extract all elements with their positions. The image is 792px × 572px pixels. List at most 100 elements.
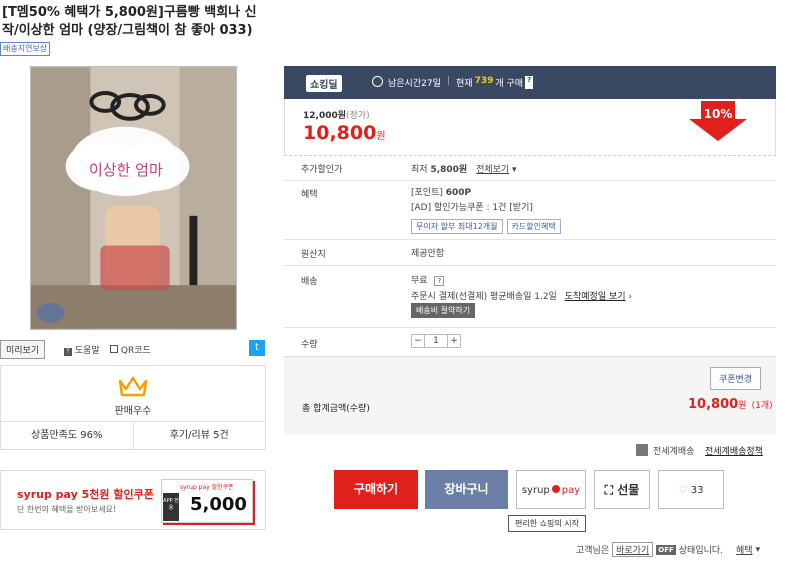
global-delivery-checkbox[interactable] <box>636 444 648 456</box>
satisfaction-rate: 상품만족도 96% <box>1 422 134 450</box>
extra-discount-row: 추가할인가 최저 5,800원 전체보기 ▾ <box>284 155 776 180</box>
shortcut-toggle[interactable]: OFF <box>656 544 676 555</box>
original-price-value: 12,000원 <box>303 111 347 121</box>
quantity-row: 수량 − 1 + <box>284 327 776 356</box>
header-separator: | <box>447 76 451 86</box>
clock-icon <box>372 76 383 87</box>
qr-link[interactable]: QR코드 <box>110 343 151 356</box>
origin-label: 원산지 <box>301 250 326 260</box>
total-box: 쿠폰변경 총 합계금액(수량) 10,800원 (1개) <box>284 356 776 434</box>
global-delivery-label: 전세계배송 <box>653 447 695 457</box>
help-icon: ? <box>64 348 72 356</box>
shipping-detail: 주문시 결제(선결제) 평균배송일 1.2일 도착예정일 보기 › <box>411 289 632 302</box>
chevron-down-icon: ▾ <box>755 544 761 555</box>
preview-button-label[interactable]: 미리보기 <box>0 340 46 359</box>
ad-coupon-card: syrup pay 할인쿠폰 APP 전용 5,000 <box>161 479 253 523</box>
coupon-info[interactable]: [AD] 할인가능쿠폰 : 1건 [받기] <box>411 200 533 213</box>
like-count: 33 <box>690 485 704 496</box>
ad-headline: syrup pay 5천원 할인쿠폰 <box>17 488 154 501</box>
ad-card-app: APP 전용 <box>163 493 179 521</box>
sale-price-won: 원 <box>376 131 386 142</box>
chevron-down-icon: ▾ <box>509 165 517 175</box>
remaining-time: 남은시간27일 <box>388 79 441 89</box>
shocking-deal-logo: 쇼킹딜 <box>306 75 342 92</box>
syrup-label: syrup <box>521 485 550 496</box>
origin-value: 제공안함 <box>411 249 445 259</box>
discount-rate: 10% <box>703 107 733 121</box>
chevron-right-icon: › <box>625 292 633 302</box>
sale-price: 10,800원 <box>303 122 386 144</box>
coupon-change-button[interactable]: 쿠폰변경 <box>710 367 762 390</box>
extra-discount-label: 추가할인가 <box>301 165 343 175</box>
total-qty: (1개) <box>751 401 773 411</box>
installment-button[interactable]: 무이자 할부 최대12개월 <box>411 219 503 234</box>
syrup-dot-icon <box>551 485 560 493</box>
point-info: [포인트] 600P <box>411 185 471 198</box>
shipping-detail-text: 주문시 결제(선결제) 평균배송일 1.2일 <box>411 292 557 302</box>
arrival-date-link[interactable]: 도착예정일 보기 <box>565 292 626 302</box>
quantity-input[interactable]: 1 <box>425 335 447 347</box>
ad-subtext: 단 한번의 혜택을 받아보세요! <box>17 505 117 514</box>
quantity-label: 수량 <box>301 340 318 350</box>
purchase-help-icon[interactable]: ? <box>525 76 534 89</box>
origin-row: 원산지 제공안함 <box>284 239 776 265</box>
total-price: 10,800원 (1개) <box>688 397 773 412</box>
price-box: 12,000원(정가) 10,800원 10% <box>284 99 776 155</box>
global-delivery-link[interactable]: 전세계배송정책 <box>705 444 763 457</box>
twitter-icon[interactable]: t <box>249 340 265 356</box>
cart-button[interactable]: 장바구니 <box>425 470 508 509</box>
seller-stats: 상품만족도 96% 후기/리뷰 5건 <box>1 421 265 450</box>
total-amount: 10,800 <box>688 397 739 412</box>
purchase-number: 739 <box>474 76 494 86</box>
product-title: [T멤50% 혜택가 5,800원]구름빵 백희나 신작/이상한 엄마 (양장/… <box>2 5 257 38</box>
sale-price-value: 10,800 <box>303 122 377 144</box>
qr-label: QR코드 <box>120 346 151 356</box>
original-price-tag: (정가) <box>346 111 370 121</box>
crown-icon <box>118 376 148 397</box>
buy-button[interactable]: 구매하기 <box>334 470 418 509</box>
quantity-stepper: − 1 + <box>411 334 461 348</box>
quantity-minus-button[interactable]: − <box>412 335 425 347</box>
gift-icon: ⛶ <box>604 483 614 497</box>
syrup-pay-label: pay <box>561 485 581 496</box>
delivery-delay-badge: 배송지연보상 <box>0 42 51 56</box>
like-button[interactable]: ♡ 33 <box>658 470 724 509</box>
shortcut-mode-link[interactable]: 바로가기 <box>612 542 654 557</box>
syrup-pay-button[interactable]: syrup pay <box>516 470 586 509</box>
preview-button[interactable]: 미리보기 <box>0 340 46 359</box>
card-discount-button[interactable]: 카드할인혜택 <box>506 219 561 234</box>
ad-card-amount: 5,000 <box>190 494 247 515</box>
deal-header: 쇼킹딜 남은시간27일 | 현재 739 개 구매 ? <box>284 66 776 99</box>
shipping-free-label: 무료 <box>411 276 428 286</box>
purchase-count: 현재 739 개 구매 ? <box>456 76 534 89</box>
product-image[interactable]: 이상한 엄마 <box>30 66 237 330</box>
save-shipping-button[interactable]: 배송비 절약하기 <box>411 303 476 318</box>
shortcut-status: 고객님은 바로가기 OFF 상태입니다. 혜택 ▾ <box>576 542 760 557</box>
syrup-pay-ad-banner[interactable]: syrup pay 5천원 할인쿠폰 단 한번의 혜택을 받아보세요! syru… <box>0 470 266 530</box>
product-photo-illustration <box>31 67 236 329</box>
extra-discount-amount: 5,800원 <box>430 165 468 175</box>
gift-button[interactable]: ⛶ 선물 <box>594 470 650 509</box>
gift-label: 선물 <box>617 483 640 497</box>
footer-suffix: 상태입니다. <box>678 546 724 556</box>
syrup-tooltip: 편리한 쇼핑의 시작 <box>508 515 586 532</box>
review-count[interactable]: 후기/리뷰 5건 <box>134 422 266 450</box>
seller-info-box: 판매우수 상품만족도 96% 후기/리뷰 5건 <box>0 365 266 450</box>
help-link[interactable]: ? 도움말 <box>64 343 100 356</box>
benefit-dropdown[interactable]: 혜택 <box>736 543 753 556</box>
purchase-prefix: 현재 <box>456 79 473 89</box>
seller-grade: 판매우수 <box>114 406 152 417</box>
point-tag: [포인트] <box>411 188 443 198</box>
photo-caption: 이상한 엄마 <box>89 161 163 179</box>
quantity-plus-button[interactable]: + <box>447 335 460 347</box>
ad-card-brand: syrup pay 할인쿠폰 <box>180 484 234 491</box>
benefit-row: 혜택 [포인트] 600P [AD] 할인가능쿠폰 : 1건 [받기] 무이자 … <box>284 180 776 239</box>
view-all-link[interactable]: 전체보기 <box>476 165 509 175</box>
original-price: 12,000원(정가) <box>303 108 370 121</box>
shipping-help-icon[interactable]: ? <box>434 276 445 286</box>
extra-discount-value: 최저 5,800원 전체보기 ▾ <box>411 162 517 175</box>
shipping-free: 무료 ? <box>411 273 445 286</box>
point-value: 600P <box>445 188 472 198</box>
purchase-suffix: 개 구매 <box>495 79 524 89</box>
total-won: 원 <box>738 401 747 411</box>
